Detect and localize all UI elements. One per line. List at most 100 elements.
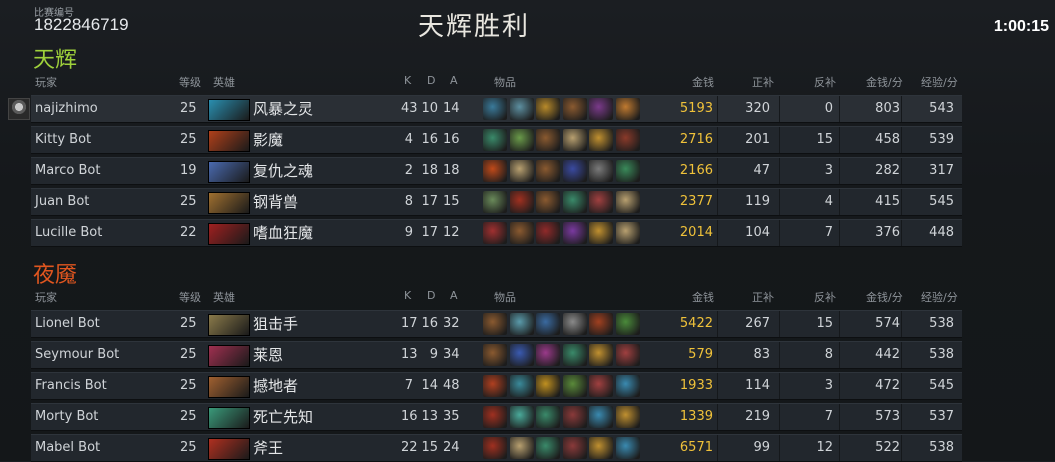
item-icon[interactable] — [615, 98, 640, 120]
item-icon[interactable] — [589, 406, 613, 428]
player-row[interactable]: Juan Bot 25 钢背兽 8 17 15 2377 119 4 415 545 — [31, 188, 962, 216]
item-icon[interactable] — [483, 222, 507, 244]
item-icon[interactable] — [615, 191, 640, 213]
column-header-level[interactable]: 等级 — [179, 74, 201, 90]
item-icon[interactable] — [615, 160, 640, 182]
hero-portrait[interactable] — [208, 407, 250, 429]
column-header-gold[interactable]: 金钱 — [692, 289, 714, 305]
item-icon[interactable] — [589, 222, 613, 244]
column-header-a[interactable]: A — [450, 289, 458, 302]
hero-name[interactable]: 斧王 — [253, 435, 283, 461]
player-row[interactable]: Lucille Bot 22 嗜血狂魔 9 17 12 2014 104 7 376 448 — [31, 219, 962, 247]
item-icon[interactable] — [562, 406, 587, 428]
item-icon[interactable] — [536, 160, 560, 182]
item-icon[interactable] — [536, 222, 560, 244]
item-icon[interactable] — [615, 313, 640, 335]
column-header-a[interactable]: A — [450, 74, 458, 87]
player-avatar[interactable] — [8, 98, 30, 120]
player-row[interactable]: Seymour Bot 25 莱恩 13 9 34 579 83 8 442 538 — [31, 341, 962, 369]
player-name[interactable]: Mabel Bot — [35, 435, 100, 461]
item-icon[interactable] — [483, 191, 507, 213]
hero-portrait[interactable] — [208, 438, 250, 460]
item-icon[interactable] — [509, 437, 534, 459]
column-header-gpm[interactable]: 金钱/分 — [866, 289, 903, 305]
item-icon[interactable] — [536, 191, 560, 213]
item-icon[interactable] — [483, 375, 507, 397]
column-header-k[interactable]: K — [404, 289, 411, 302]
player-row[interactable]: Marco Bot 19 复仇之魂 2 18 18 2166 47 3 282 317 — [31, 157, 962, 185]
column-header-denies[interactable]: 反补 — [814, 74, 836, 90]
column-header-last-hits[interactable]: 正补 — [752, 74, 774, 90]
item-icon[interactable] — [483, 98, 507, 120]
player-row[interactable]: Kitty Bot 25 影魔 4 16 16 2716 201 15 458 539 — [31, 126, 962, 154]
hero-portrait[interactable] — [208, 130, 250, 152]
item-icon[interactable] — [483, 313, 507, 335]
item-icon[interactable] — [589, 375, 613, 397]
item-icon[interactable] — [509, 406, 534, 428]
item-icon[interactable] — [536, 98, 560, 120]
player-name[interactable]: najizhimo — [35, 96, 98, 122]
column-header-denies[interactable]: 反补 — [814, 289, 836, 305]
hero-portrait[interactable] — [208, 345, 250, 367]
column-header-items[interactable]: 物品 — [494, 289, 516, 305]
hero-name[interactable]: 死亡先知 — [253, 404, 313, 430]
column-header-level[interactable]: 等级 — [179, 289, 201, 305]
item-icon[interactable] — [536, 437, 560, 459]
hero-portrait[interactable] — [208, 376, 250, 398]
column-header-d[interactable]: D — [427, 74, 435, 87]
player-name[interactable]: Kitty Bot — [35, 127, 91, 153]
column-header-hero[interactable]: 英雄 — [213, 74, 235, 90]
hero-name[interactable]: 嗜血狂魔 — [253, 220, 313, 246]
player-name[interactable]: Francis Bot — [35, 373, 107, 399]
column-header-xpm[interactable]: 经验/分 — [921, 289, 958, 305]
hero-name[interactable]: 复仇之魂 — [253, 158, 313, 184]
item-icon[interactable] — [562, 313, 587, 335]
item-icon[interactable] — [483, 406, 507, 428]
hero-name[interactable]: 风暴之灵 — [253, 96, 313, 122]
item-icon[interactable] — [562, 222, 587, 244]
player-row[interactable]: Morty Bot 25 死亡先知 16 13 35 1339 219 7 573 537 — [31, 403, 962, 431]
item-icon[interactable] — [509, 191, 534, 213]
player-name[interactable]: Lionel Bot — [35, 311, 100, 337]
item-icon[interactable] — [589, 437, 613, 459]
item-icon[interactable] — [509, 129, 534, 151]
column-header-d[interactable]: D — [427, 289, 435, 302]
column-header-gold[interactable]: 金钱 — [692, 74, 714, 90]
item-icon[interactable] — [536, 375, 560, 397]
player-name[interactable]: Marco Bot — [35, 158, 100, 184]
item-icon[interactable] — [536, 344, 560, 366]
item-icon[interactable] — [483, 437, 507, 459]
column-header-hero[interactable]: 英雄 — [213, 289, 235, 305]
item-icon[interactable] — [509, 160, 534, 182]
item-icon[interactable] — [562, 160, 587, 182]
player-name[interactable]: Juan Bot — [35, 189, 89, 215]
hero-portrait[interactable] — [208, 161, 250, 183]
hero-name[interactable]: 莱恩 — [253, 342, 283, 368]
hero-name[interactable]: 钢背兽 — [253, 189, 298, 215]
column-header-xpm[interactable]: 经验/分 — [921, 74, 958, 90]
item-icon[interactable] — [615, 344, 640, 366]
item-icon[interactable] — [562, 437, 587, 459]
item-icon[interactable] — [589, 313, 613, 335]
item-icon[interactable] — [536, 406, 560, 428]
item-icon[interactable] — [536, 313, 560, 335]
item-icon[interactable] — [615, 437, 640, 459]
item-icon[interactable] — [562, 98, 587, 120]
item-icon[interactable] — [615, 129, 640, 151]
item-icon[interactable] — [483, 129, 507, 151]
item-icon[interactable] — [509, 375, 534, 397]
item-icon[interactable] — [509, 344, 534, 366]
column-header-player[interactable]: 玩家 — [35, 289, 57, 305]
hero-portrait[interactable] — [208, 223, 250, 245]
player-name[interactable]: Seymour Bot — [35, 342, 119, 368]
item-icon[interactable] — [589, 344, 613, 366]
item-icon[interactable] — [562, 375, 587, 397]
item-icon[interactable] — [509, 98, 534, 120]
player-row[interactable]: Mabel Bot 25 斧王 22 15 24 6571 99 12 522 538 — [31, 434, 962, 462]
item-icon[interactable] — [589, 98, 613, 120]
hero-name[interactable]: 撼地者 — [253, 373, 298, 399]
hero-name[interactable]: 狙击手 — [253, 311, 298, 337]
hero-name[interactable]: 影魔 — [253, 127, 283, 153]
player-row[interactable]: Lionel Bot 25 狙击手 17 16 32 5422 267 15 574 538 — [31, 310, 962, 338]
item-icon[interactable] — [536, 129, 560, 151]
